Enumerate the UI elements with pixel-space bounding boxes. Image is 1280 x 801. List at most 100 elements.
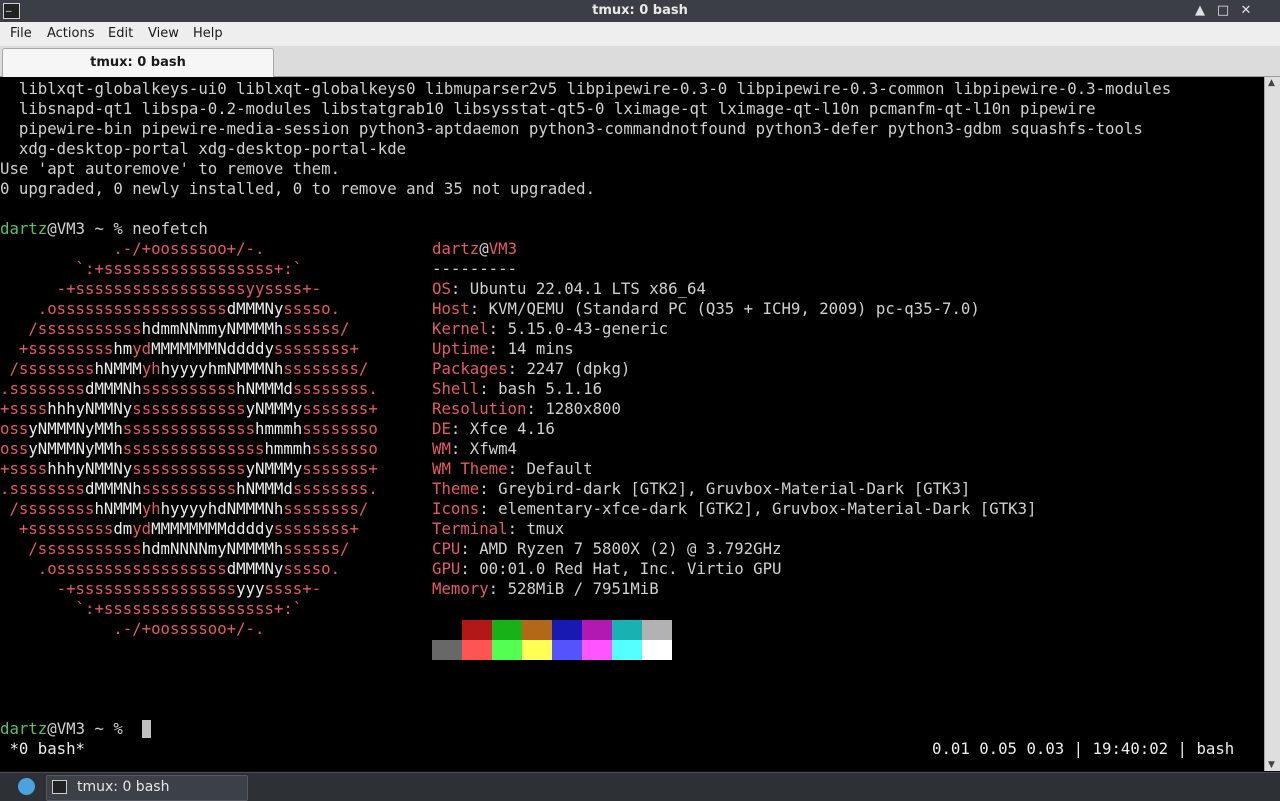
terminal-area[interactable]: liblxqt-globalkeys-ui0 liblxqt-globalkey… [0, 77, 1264, 771]
logo-line: -+sssssssssssssssssyyyssss+- [0, 579, 397, 599]
logo-segment: -+ssssssssssssssssssyyssss+- [0, 279, 407, 298]
logo-segment: yyy [236, 579, 265, 598]
logo-segment: ssssssss. [292, 379, 416, 398]
sysinfo-host: VM3 [488, 239, 518, 258]
output-line: liblxqt-globalkeys-ui0 liblxqt-globalkey… [0, 79, 1172, 98]
logo-segment: oss [0, 439, 29, 458]
color-swatch [492, 620, 522, 640]
logo-segment: .ssssssss [0, 479, 86, 498]
logo-segment: /sssssssssss [0, 319, 142, 338]
logo-segment: dMMMNy [226, 299, 284, 318]
sysinfo-row: Kernel: 5.15.0-43-generic [432, 319, 669, 338]
sysinfo-value: AMD Ryzen 7 5800X (2) @ 3.792GHz [479, 539, 782, 558]
menu-help[interactable]: Help [193, 26, 223, 41]
sysinfo-row: Packages: 2247 (dpkg) [432, 359, 631, 378]
minimize-icon[interactable]: ▲ [1191, 2, 1209, 20]
output-line: xdg-desktop-portal xdg-desktop-portal-kd… [0, 139, 407, 158]
sysinfo-key: Packages [432, 359, 508, 378]
menu-launcher-icon[interactable] [18, 778, 35, 795]
logo-segment: yd [132, 339, 152, 358]
prompt-line: dartz@VM3 ~ % [0, 719, 132, 739]
color-swatch [492, 640, 522, 660]
logo-line: +sssssssssdmydMMMMMMMMddddyssssssss+ [0, 519, 406, 539]
logo-segment: +ssss [0, 399, 48, 418]
terminal-scrollbar[interactable]: ▲ ▼ [1264, 77, 1280, 771]
sysinfo-key: OS [432, 279, 451, 298]
menu-actions[interactable]: Actions [47, 26, 95, 41]
scroll-up-icon[interactable]: ▲ [1268, 78, 1275, 88]
logo-line: /sssssssshNMMMyhhyyyyhmNMMMNhssssssss/ [0, 359, 406, 379]
sysinfo-row: Icons: elementary-xfce-dark [GTK2], Gruv… [432, 499, 1037, 518]
output-line: Use 'apt autoremove' to remove them. [0, 159, 341, 178]
prompt-path: ~ % [85, 219, 133, 238]
sysinfo-row: Uptime: 14 mins [432, 339, 574, 358]
color-swatch [642, 620, 672, 640]
logo-segment: +ssss [0, 459, 48, 478]
logo-segment: -+sssssssssssssssss [0, 579, 237, 598]
sysinfo-row: WM Theme: Default [432, 459, 593, 478]
color-swatch [522, 640, 552, 660]
logo-line: .ossssssssssssssssssdMMMNysssso. [0, 559, 406, 579]
logo-segment: dm [113, 519, 133, 538]
logo-segment: ssssssss. [292, 479, 416, 498]
sysinfo-row: Memory: 528MiB / 7951MiB [432, 579, 659, 598]
logo-segment: sssssss+ [302, 399, 416, 418]
logo-segment: ssssssss/ [283, 359, 407, 378]
sysinfo-row: DE: Xfce 4.16 [432, 419, 555, 438]
prompt-host: VM3 [56, 719, 86, 738]
sysinfo-key: Host [432, 299, 470, 318]
menu-view[interactable]: View [148, 26, 179, 41]
sysinfo-key: Memory [432, 579, 489, 598]
logo-segment: ssssss/ [283, 539, 407, 558]
logo-segment: hdmmNNmmyNMMMMh [141, 319, 284, 338]
menu-file[interactable]: File [10, 26, 32, 41]
sysinfo-key: DE [432, 419, 451, 438]
sysinfo-value: 14 mins [507, 339, 574, 358]
output-line: 0 upgraded, 0 newly installed, 0 to remo… [0, 179, 596, 198]
logo-segment: oss [0, 419, 29, 438]
sysinfo-row: GPU: 00:01.0 Red Hat, Inc. Virtio GPU [432, 559, 782, 578]
prompt-command: neofetch [132, 219, 208, 238]
logo-line: `:+ssssssssssssssssss+:` [0, 259, 406, 279]
logo-line: +sssshhhyNMMNyssssssssssssyNMMMysssssss+ [0, 399, 416, 419]
logo-segment: yNMMMNyMMh [28, 439, 123, 458]
tab-tmux[interactable]: tmux: 0 bash [2, 48, 274, 77]
close-icon[interactable]: ✕ [1237, 2, 1255, 20]
output-line: libsnapd-qt1 libspa-0.2-modules libstatg… [0, 99, 1096, 118]
sysinfo-value: Default [526, 459, 593, 478]
sysinfo-key: Theme [432, 479, 480, 498]
logo-segment: dMMMNh [85, 479, 142, 498]
logo-line: /ssssssssssshdmNNNNmyNMMMMhssssss/ [0, 539, 406, 559]
logo-segment: /sssssssssss [0, 539, 142, 558]
sysinfo-row: Theme: Greybird-dark [GTK2], Gruvbox-Mat… [432, 479, 971, 498]
logo-segment: `:+ssssssssssssssssss+:` [0, 259, 407, 278]
color-swatch [462, 620, 492, 640]
sysinfo-value: 00:01.0 Red Hat, Inc. Virtio GPU [479, 559, 782, 578]
menu-edit[interactable]: Edit [108, 26, 133, 41]
color-swatch [642, 640, 672, 660]
task-button-tmux[interactable]: tmux: 0 bash [46, 775, 248, 801]
logo-segment: hNMMM [94, 359, 142, 378]
maximize-icon[interactable]: □ [1214, 2, 1232, 20]
window-titlebar[interactable]: tmux: 0 bash ▲ □ ✕ [0, 0, 1280, 22]
logo-segment: ssss+- [264, 579, 397, 598]
scroll-down-icon[interactable]: ▼ [1268, 760, 1275, 770]
sysinfo-row: Shell: bash 5.1.16 [432, 379, 603, 398]
sysinfo-key: WM [432, 439, 451, 458]
sysinfo-value: 5.15.0-43-generic [507, 319, 669, 338]
logo-line: .-/+oossssoo+/-. [0, 619, 406, 639]
logo-segment: MMMMMMMMddddy [151, 519, 274, 538]
logo-segment: ssssss/ [283, 319, 407, 338]
sysinfo-key: GPU [432, 559, 461, 578]
sysinfo-value: Xfwm4 [469, 439, 518, 458]
output-line: pipewire-bin pipewire-media-session pyth… [0, 119, 1143, 138]
prompt-user: dartz [0, 219, 48, 238]
logo-segment: `:+ssssssssssssssssss+:` [0, 599, 407, 618]
color-swatch [582, 620, 612, 640]
sysinfo-row: CPU: AMD Ryzen 7 5800X (2) @ 3.792GHz [432, 539, 782, 558]
color-swatch [432, 640, 462, 660]
sysinfo-user: dartz [432, 239, 480, 258]
tmux-window-list: *0 bash* [0, 739, 86, 758]
prompt-at: @ [47, 719, 57, 738]
sysinfo-key: Shell [432, 379, 480, 398]
